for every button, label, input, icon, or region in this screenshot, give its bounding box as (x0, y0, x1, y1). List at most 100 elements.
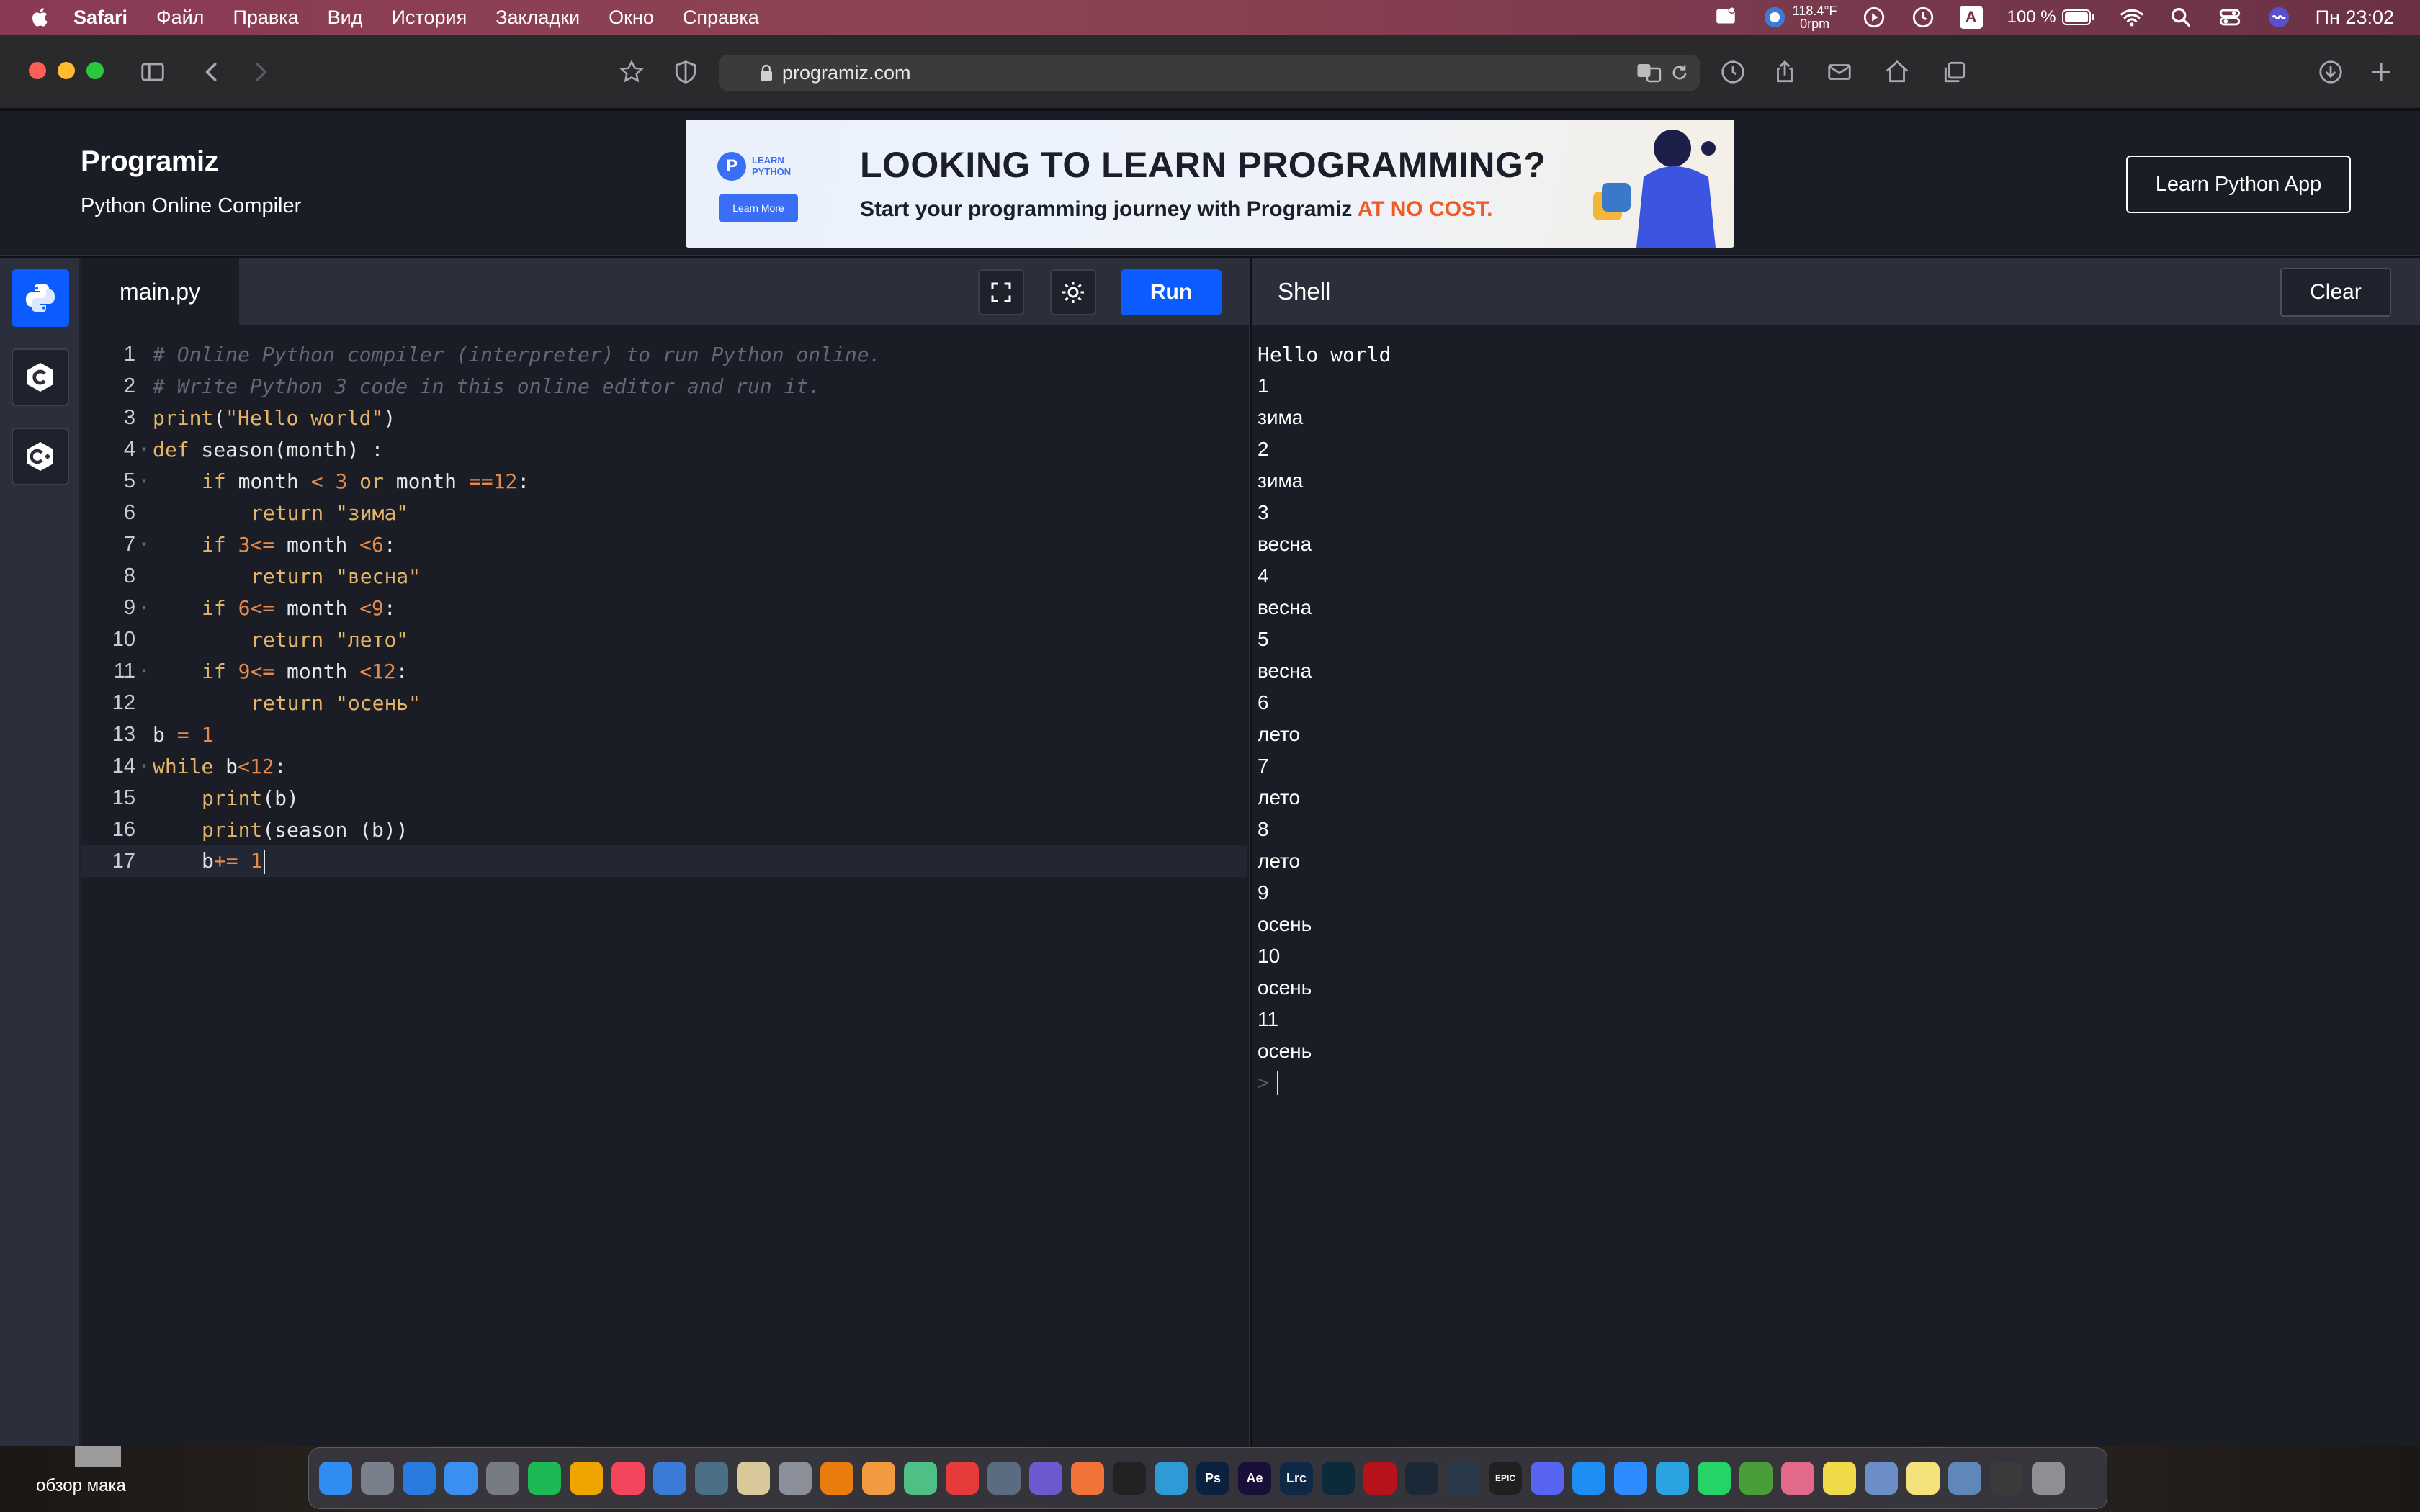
notification-icon[interactable] (1713, 5, 1738, 30)
safari-icon[interactable] (403, 1462, 436, 1495)
wifi-icon[interactable] (2120, 5, 2144, 30)
c-language-button[interactable] (12, 348, 69, 406)
fold-arrow-icon[interactable]: ▾ (135, 539, 153, 550)
code-line[interactable]: 15 print(b) (81, 782, 1247, 814)
system-preferences-icon[interactable] (486, 1462, 519, 1495)
pen-tool-icon[interactable] (779, 1462, 812, 1495)
forward-icon[interactable] (245, 56, 277, 88)
electron-icon[interactable] (1447, 1462, 1480, 1495)
menu-edit[interactable]: Правка (233, 6, 298, 29)
stickies-icon[interactable] (1823, 1462, 1856, 1495)
file-tab-main-py[interactable]: main.py (81, 258, 239, 325)
fold-arrow-icon[interactable]: ▾ (135, 602, 153, 613)
cpp-language-button[interactable] (12, 428, 69, 485)
new-tab-icon[interactable] (2365, 56, 2397, 88)
python-language-button[interactable] (12, 269, 69, 327)
clear-button[interactable]: Clear (2280, 268, 2391, 317)
reload-icon[interactable] (1670, 63, 1690, 83)
menu-app-safari[interactable]: Safari (73, 6, 127, 29)
share-icon[interactable] (1769, 56, 1801, 88)
code-line[interactable]: 6 return "зима" (81, 497, 1247, 528)
run-button[interactable]: Run (1121, 269, 1222, 315)
code-line[interactable]: 3 print("Hello world") (81, 402, 1247, 433)
code-line[interactable]: 12 return "осень" (81, 687, 1247, 719)
infuse-icon[interactable] (946, 1462, 979, 1495)
lightroom-icon[interactable]: Lrc (1280, 1462, 1313, 1495)
biohazard-icon[interactable] (1363, 1462, 1397, 1495)
menu-file[interactable]: Файл (156, 6, 204, 29)
translate-icon[interactable] (1636, 62, 1662, 84)
menu-help[interactable]: Справка (683, 6, 759, 29)
league-icon[interactable] (1322, 1462, 1355, 1495)
xcode-icon[interactable] (653, 1462, 686, 1495)
mail-icon[interactable] (1824, 56, 1855, 88)
shell-output[interactable]: Hello world 1 зима 2 зима 3 весна 4 весна 5 весна 6… (1252, 325, 2420, 1446)
code-line[interactable]: 14 ▾ while b<12: (81, 750, 1247, 782)
ad-banner[interactable]: P LEARN PYTHON Learn More LOOKING TO LEA… (686, 120, 1734, 248)
banner-learn-more-button[interactable]: Learn More (719, 194, 798, 222)
menu-history[interactable]: История (392, 6, 467, 29)
sidebar-toggle-icon[interactable] (137, 56, 169, 88)
final-cut-icon[interactable] (1029, 1462, 1062, 1495)
time-machine-icon[interactable] (1911, 5, 1935, 30)
learn-python-app-button[interactable]: Learn Python App (2126, 156, 2351, 213)
music-alt-icon[interactable] (570, 1462, 603, 1495)
fold-arrow-icon[interactable]: ▾ (135, 444, 153, 455)
weather-widget[interactable]: 118.4°F 0rpm (1762, 4, 1837, 30)
code-line[interactable]: 13 b = 1 (81, 719, 1247, 750)
history-icon[interactable] (1717, 56, 1749, 88)
ledger-icon[interactable] (695, 1462, 728, 1495)
steam-icon[interactable] (1405, 1462, 1438, 1495)
launchpad-icon[interactable] (361, 1462, 394, 1495)
fullscreen-button[interactable] (978, 269, 1024, 315)
code-line[interactable]: 1 # Online Python compiler (interpreter) … (81, 338, 1247, 370)
play-icon[interactable] (1862, 5, 1886, 30)
sublime-icon[interactable] (862, 1462, 895, 1495)
finder-icon[interactable] (319, 1462, 352, 1495)
battery-status[interactable]: 100 % (2007, 7, 2095, 27)
downloads-stack-icon[interactable] (1990, 1462, 2023, 1495)
spotlight-search-icon[interactable] (2169, 5, 2193, 30)
code-line[interactable]: 17 b+= 1 (81, 845, 1247, 877)
shell-prompt[interactable]: > (1258, 1067, 1279, 1099)
garageband-icon[interactable] (1071, 1462, 1104, 1495)
theme-toggle-button[interactable] (1050, 269, 1096, 315)
code-line[interactable]: 10 return "лето" (81, 624, 1247, 655)
bookmark-star-icon[interactable] (616, 56, 647, 88)
fold-arrow-icon[interactable]: ▾ (135, 475, 153, 487)
code-line[interactable]: 11 ▾ if 9<= month <12: (81, 655, 1247, 687)
url-text[interactable]: programiz.com (782, 62, 911, 84)
davinci-icon[interactable] (987, 1462, 1021, 1495)
code-line[interactable]: 7 ▾ if 3<= month <6: (81, 528, 1247, 560)
screenshot-icon[interactable] (1948, 1462, 1981, 1495)
discord-icon[interactable] (1531, 1462, 1564, 1495)
code-line[interactable]: 2 # Write Python 3 code in this online ed… (81, 370, 1247, 402)
desktop-file-label[interactable]: обзор мака (36, 1476, 126, 1496)
photos-alt-icon[interactable] (1781, 1462, 1814, 1495)
close-window-button[interactable] (29, 62, 46, 79)
after-effects-icon[interactable]: Ae (1238, 1462, 1271, 1495)
spotify-icon[interactable] (528, 1462, 561, 1495)
blender-icon[interactable] (820, 1462, 853, 1495)
apple-menu-icon[interactable] (30, 6, 52, 28)
code-editor[interactable]: 1 # Online Python compiler (interpreter) … (81, 325, 1250, 1446)
whatsapp-icon[interactable] (1698, 1462, 1731, 1495)
fold-arrow-icon[interactable]: ▾ (135, 665, 153, 677)
zoom-window-button[interactable] (86, 62, 104, 79)
menu-window[interactable]: Окно (609, 6, 654, 29)
music-icon[interactable] (611, 1462, 645, 1495)
figma-icon[interactable] (1113, 1462, 1146, 1495)
code-line[interactable]: 8 return "весна" (81, 560, 1247, 592)
mail-icon[interactable] (444, 1462, 478, 1495)
sketch-stack-icon[interactable] (1155, 1462, 1188, 1495)
epic-games-icon[interactable]: EPIC (1489, 1462, 1522, 1495)
preview-icon[interactable] (737, 1462, 770, 1495)
app-store-icon[interactable] (1572, 1462, 1605, 1495)
code-line[interactable]: 4 ▾ def season(month) : (81, 433, 1247, 465)
input-source-indicator[interactable]: A (1959, 6, 1983, 29)
programiz-logo[interactable]: Programiz (81, 145, 219, 178)
code-line[interactable]: 16 print(season (b)) (81, 814, 1247, 845)
tab-overview-icon[interactable] (1939, 56, 1971, 88)
back-icon[interactable] (196, 56, 228, 88)
menu-bookmarks[interactable]: Закладки (496, 6, 580, 29)
